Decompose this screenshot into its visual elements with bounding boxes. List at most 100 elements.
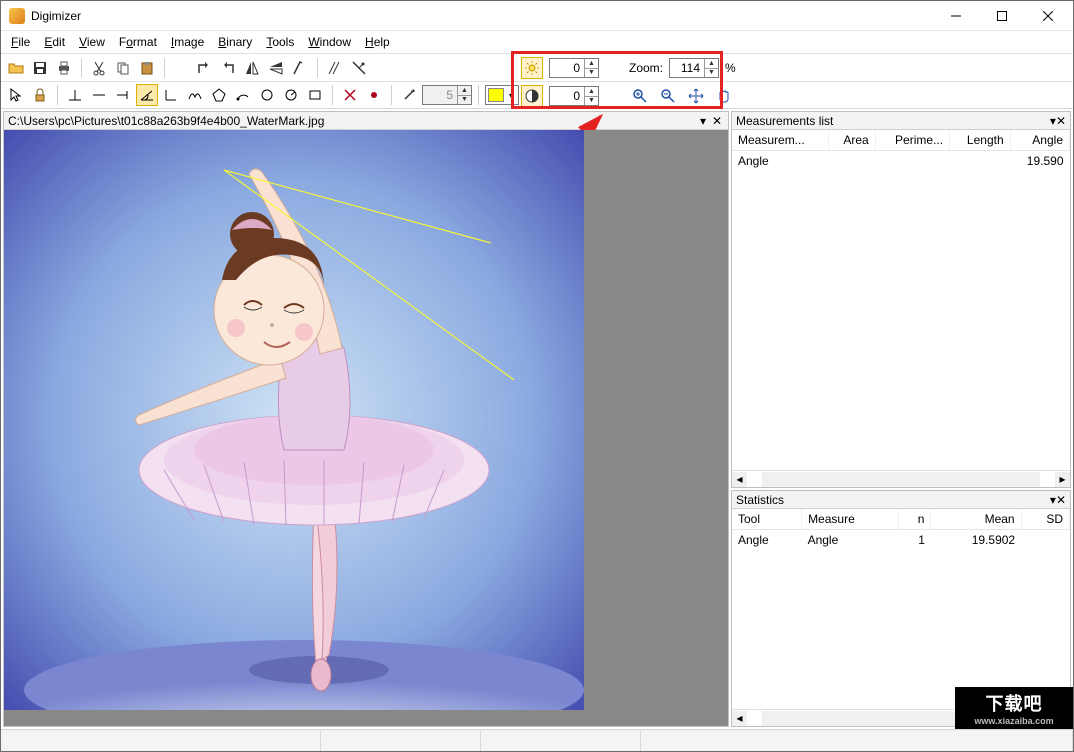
brightness-icon[interactable] <box>521 57 543 79</box>
brightness-input[interactable] <box>550 61 584 75</box>
col-perimeter[interactable]: Perime... <box>875 130 949 151</box>
watermark-text: 下载吧 <box>986 690 1043 716</box>
crop-icon[interactable] <box>348 57 370 79</box>
zoom-input[interactable] <box>670 61 704 75</box>
linewidth-spin[interactable]: ▲▼ <box>422 85 472 105</box>
line-icon[interactable] <box>88 84 110 106</box>
zoom-percent: % <box>725 61 736 75</box>
linewidth-up[interactable]: ▲ <box>458 86 471 96</box>
close-icon[interactable]: ✕ <box>1056 493 1066 507</box>
zoom-out-icon[interactable] <box>657 85 679 107</box>
circle-icon[interactable] <box>256 84 278 106</box>
workarea: C:\Users\pc\Pictures\t01c88a263b9f4e4b00… <box>1 109 1073 729</box>
menu-window[interactable]: Window <box>302 33 357 51</box>
toolbar-1: ▲▼ Zoom: ▲▼ % <box>1 53 1073 81</box>
linewidth-down[interactable]: ▼ <box>458 96 471 105</box>
menu-binary[interactable]: Binary <box>212 33 258 51</box>
menu-view[interactable]: View <box>73 33 111 51</box>
col-length[interactable]: Length <box>950 130 1011 151</box>
pan-icon[interactable] <box>685 85 707 107</box>
col-tool[interactable]: Tool <box>732 509 802 530</box>
menu-file[interactable]: File <box>5 33 36 51</box>
right-angle-icon[interactable] <box>160 84 182 106</box>
rotate-left-icon[interactable] <box>193 57 215 79</box>
table-row[interactable]: Angle 19.590 <box>732 151 1070 172</box>
color-combo[interactable]: ▾ <box>485 85 519 105</box>
right-column: Measurements list ▾ ✕ Measurem... Area P… <box>731 111 1071 727</box>
hand-icon[interactable] <box>713 85 735 107</box>
col-sd[interactable]: SD <box>1021 509 1069 530</box>
zoom-spin[interactable]: ▲▼ <box>669 58 719 78</box>
menu-tools[interactable]: Tools <box>260 33 300 51</box>
menu-edit[interactable]: Edit <box>38 33 71 51</box>
cut-icon[interactable] <box>88 57 110 79</box>
col-measure[interactable]: Measure <box>802 509 899 530</box>
menu-format[interactable]: Format <box>113 33 163 51</box>
zoom-up[interactable]: ▲ <box>705 59 718 69</box>
window-title: Digimizer <box>31 9 81 23</box>
maximize-button[interactable] <box>979 1 1025 31</box>
close-icon[interactable]: ✕ <box>710 114 724 128</box>
contrast-up[interactable]: ▲ <box>585 87 598 97</box>
cross-icon[interactable] <box>339 84 361 106</box>
paste-icon[interactable] <box>136 57 158 79</box>
linewidth-input[interactable] <box>423 88 457 102</box>
close-icon[interactable]: ✕ <box>1056 114 1066 128</box>
perp-icon[interactable] <box>64 84 86 106</box>
contrast-spin[interactable]: ▲▼ <box>549 86 599 106</box>
color-swatch <box>488 88 504 102</box>
center-icon[interactable] <box>280 84 302 106</box>
col-measurement[interactable]: Measurem... <box>732 130 828 151</box>
polyline-icon[interactable] <box>184 84 206 106</box>
polygon-icon[interactable] <box>208 84 230 106</box>
zoom-in-icon[interactable] <box>629 85 651 107</box>
angle-icon[interactable] <box>136 84 158 106</box>
chevron-down-icon[interactable]: ▾ <box>504 91 518 100</box>
wand-icon[interactable] <box>398 84 420 106</box>
point-icon[interactable] <box>363 84 385 106</box>
close-button[interactable] <box>1025 1 1071 31</box>
toolbar-2: ▲▼ ▾ ▲▼ <box>1 81 1073 109</box>
contrast-down[interactable]: ▼ <box>585 97 598 106</box>
zoom-label: Zoom: <box>629 61 663 75</box>
col-area[interactable]: Area <box>828 130 875 151</box>
watermark-url: www.xiazaiba.com <box>974 716 1053 726</box>
col-angle[interactable]: Angle <box>1010 130 1069 151</box>
save-icon[interactable] <box>29 57 51 79</box>
brightness-spin[interactable]: ▲▼ <box>549 58 599 78</box>
minimize-button[interactable] <box>933 1 979 31</box>
measurements-table[interactable]: Measurem... Area Perime... Length Angle … <box>732 130 1070 171</box>
titlebar: Digimizer <box>1 1 1073 31</box>
col-mean[interactable]: Mean <box>931 509 1021 530</box>
table-row[interactable]: Angle Angle 1 19.5902 <box>732 530 1070 551</box>
print-icon[interactable] <box>53 57 75 79</box>
col-n[interactable]: n <box>899 509 931 530</box>
flip-vertical-icon[interactable] <box>265 57 287 79</box>
canvas[interactable] <box>4 130 728 726</box>
h-scrollbar[interactable]: ◂▸ <box>732 470 1070 487</box>
menu-image[interactable]: Image <box>165 33 210 51</box>
rotate-right-icon[interactable] <box>217 57 239 79</box>
contrast-icon[interactable] <box>521 85 543 107</box>
image-path: C:\Users\pc\Pictures\t01c88a263b9f4e4b00… <box>8 114 324 128</box>
dropdown-icon[interactable]: ▾ <box>696 114 710 128</box>
rotate-free-icon[interactable] <box>289 57 311 79</box>
flip-horizontal-icon[interactable] <box>241 57 263 79</box>
brightness-down[interactable]: ▼ <box>585 69 598 78</box>
deskew-icon[interactable] <box>324 57 346 79</box>
line-end-icon[interactable] <box>112 84 134 106</box>
pointer-icon[interactable] <box>5 84 27 106</box>
rectangle-icon[interactable] <box>304 84 326 106</box>
lock-icon[interactable] <box>29 84 51 106</box>
contrast-input[interactable] <box>550 89 584 103</box>
arc-icon[interactable] <box>232 84 254 106</box>
image-path-bar: C:\Users\pc\Pictures\t01c88a263b9f4e4b00… <box>4 112 728 130</box>
zoom-down[interactable]: ▼ <box>705 69 718 78</box>
brightness-up[interactable]: ▲ <box>585 59 598 69</box>
open-icon[interactable] <box>5 57 27 79</box>
statistics-table[interactable]: Tool Measure n Mean SD Angle Angle 1 19.… <box>732 509 1070 550</box>
measurements-panel: Measurements list ▾ ✕ Measurem... Area P… <box>731 111 1071 488</box>
menu-help[interactable]: Help <box>359 33 396 51</box>
measurements-title: Measurements list <box>736 114 833 128</box>
copy-icon[interactable] <box>112 57 134 79</box>
